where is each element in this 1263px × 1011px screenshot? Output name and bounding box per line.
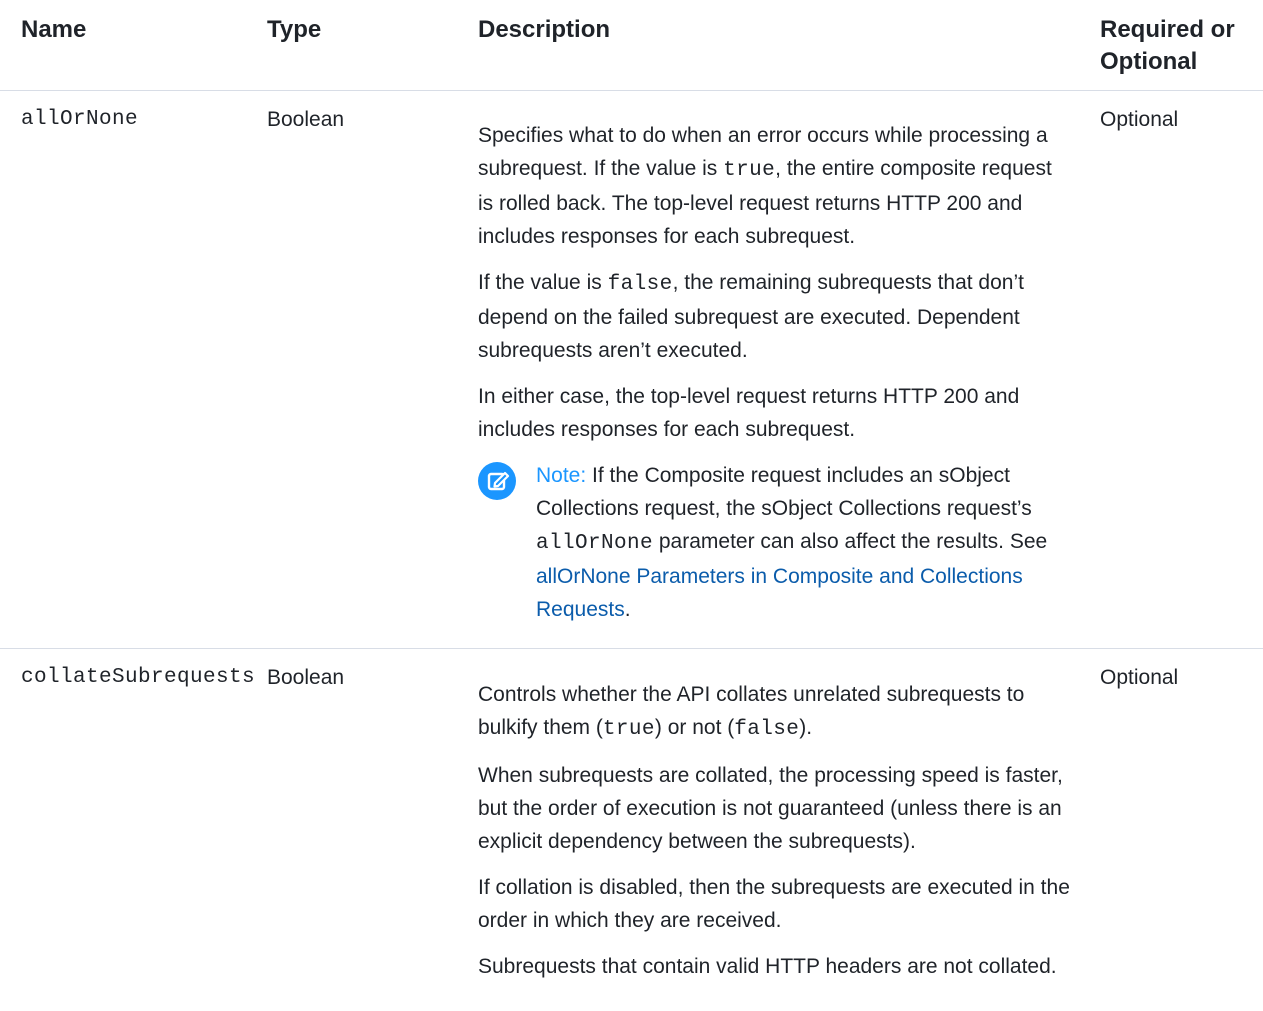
description-paragraph: In either case, the top-level request re… — [478, 385, 1020, 441]
param-required: Optional — [1100, 666, 1179, 689]
header-type: Type — [246, 0, 458, 91]
code-value-false: false — [734, 718, 800, 741]
header-required-line2: Optional — [1100, 48, 1198, 75]
description-paragraph: Specifies what to do when an error occur… — [478, 119, 1071, 253]
param-required: Optional — [1081, 90, 1263, 649]
description-paragraph: When subrequests are collated, the proce… — [478, 764, 1063, 853]
note-callout: Note: If the Composite request includes … — [478, 459, 1071, 626]
text-segment: If the Composite request includes an sOb… — [536, 464, 1032, 520]
text-segment: ). — [799, 716, 813, 739]
code-allornone: allOrNone — [536, 532, 654, 555]
header-required-line1: Required or — [1100, 16, 1235, 43]
param-name: allOrNone — [0, 90, 246, 649]
note-label: Note: — [536, 464, 587, 487]
header-description: Description — [458, 0, 1081, 91]
table-row-collatesubrequests: collateSubrequests Boolean Controls whet… — [0, 649, 1263, 1007]
header-name: Name — [0, 0, 246, 91]
edit-note-icon — [478, 462, 516, 500]
text-segment: ) or not ( — [654, 716, 735, 739]
code-value-true: true — [723, 159, 776, 182]
code-value-false: false — [607, 273, 673, 296]
param-type: Boolean — [267, 666, 345, 689]
table-row-allornone: allOrNone Boolean Specifies what to do w… — [0, 90, 1263, 649]
parameter-table-container: Name Type Description Required or Optiona… — [0, 0, 1263, 1011]
parameters-table: Name Type Description Required or Optiona… — [0, 0, 1263, 1006]
description-paragraph: If the value is false, the remaining sub… — [478, 266, 1071, 367]
text-segment: If the value is — [478, 271, 608, 294]
description-paragraph: Subrequests that contain valid HTTP head… — [478, 955, 1057, 978]
param-description: Specifies what to do when an error occur… — [458, 90, 1081, 649]
table-header-row: Name Type Description Required or Optiona… — [0, 0, 1263, 91]
allornone-parameters-link[interactable]: allOrNone Parameters in Composite and Co… — [536, 565, 1023, 621]
param-name: collateSubrequests — [21, 666, 256, 689]
param-type: Boolean — [246, 90, 458, 649]
param-description: Controls whether the API collates unrela… — [458, 649, 1081, 1007]
text-segment: . — [624, 598, 631, 621]
code-value-true: true — [602, 718, 655, 741]
description-paragraph: Controls whether the API collates unrela… — [478, 678, 1071, 746]
text-segment: parameter can also affect the results. S… — [653, 530, 1048, 553]
description-paragraph: If collation is disabled, then the subre… — [478, 876, 1070, 932]
header-required-or-optional: Required or Optional — [1081, 0, 1263, 91]
